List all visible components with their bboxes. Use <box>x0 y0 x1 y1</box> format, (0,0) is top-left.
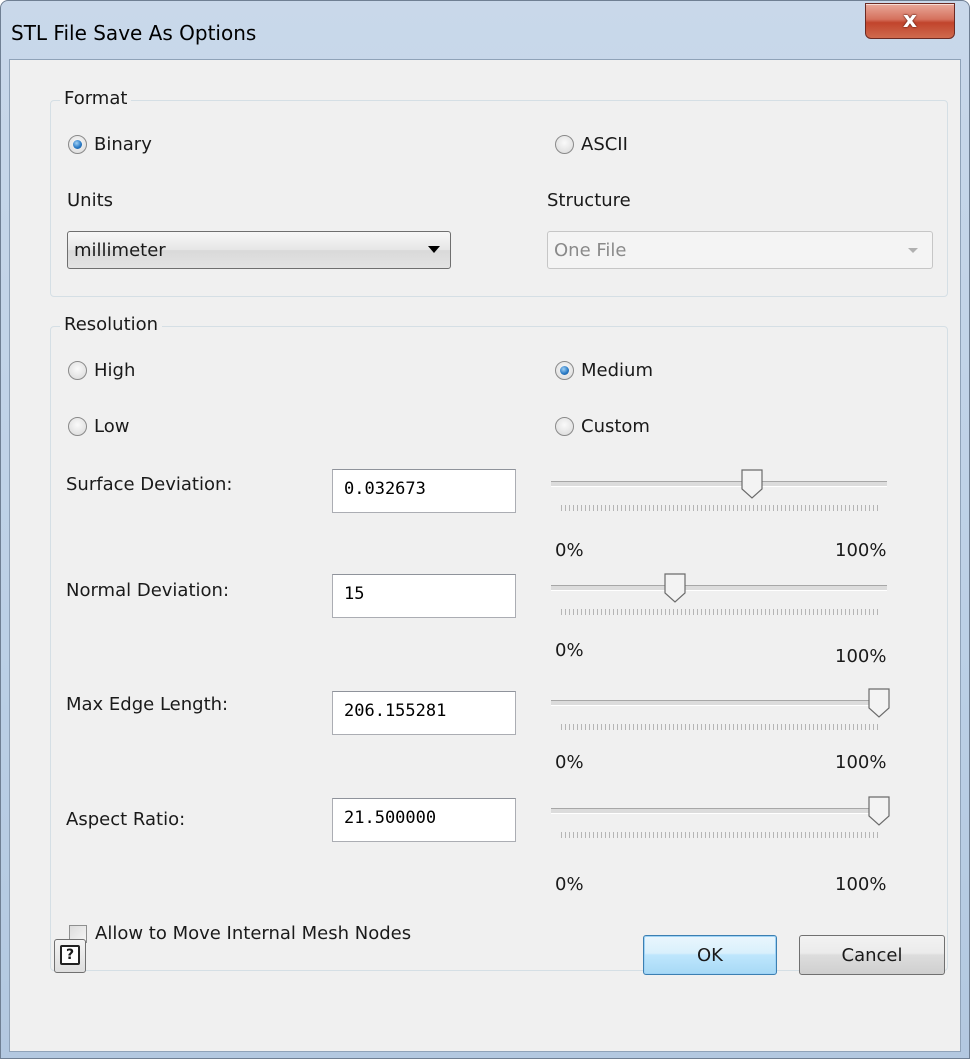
normal-deviation-label: Normal Deviation: <box>66 580 230 601</box>
structure-dropdown: One File <box>547 231 933 269</box>
normal-deviation-max: 100% <box>835 646 887 667</box>
allow-move-internal-nodes-checkbox[interactable]: Allow to Move Internal Mesh Nodes <box>69 923 411 944</box>
units-dropdown-value: millimeter <box>74 239 166 261</box>
aspect-ratio-input[interactable]: 21.500000 <box>332 798 516 842</box>
resolution-group <box>50 326 948 971</box>
high-radio-label: High <box>94 360 136 381</box>
high-radio[interactable]: High <box>68 360 135 381</box>
max-edge-length-slider[interactable] <box>551 688 891 736</box>
ascii-radio-label: ASCII <box>581 134 628 155</box>
high-radio-indicator[interactable] <box>68 361 87 380</box>
ascii-radio[interactable]: ASCII <box>555 134 628 155</box>
low-radio-label: Low <box>94 416 130 437</box>
slider-ticks <box>561 505 881 511</box>
help-icon: ? <box>60 945 80 965</box>
surface-deviation-input[interactable]: 0.032673 <box>332 469 516 513</box>
surface-deviation-slider[interactable] <box>551 469 891 517</box>
surface-deviation-label: Surface Deviation: <box>66 474 233 495</box>
dialog-title: STL File Save As Options <box>11 21 257 45</box>
normal-deviation-input[interactable]: 15 <box>332 574 516 618</box>
slider-thumb[interactable] <box>741 469 763 499</box>
help-button[interactable]: ? <box>54 939 86 973</box>
low-radio-indicator[interactable] <box>68 417 87 436</box>
slider-ticks <box>561 724 881 730</box>
resolution-group-label: Resolution <box>60 314 163 335</box>
aspect-ratio-max: 100% <box>835 874 887 895</box>
slider-track <box>551 808 887 814</box>
surface-deviation-min: 0% <box>555 540 584 561</box>
close-icon: x <box>902 8 918 33</box>
normal-deviation-min: 0% <box>555 640 584 661</box>
close-button[interactable]: x <box>865 3 955 39</box>
units-dropdown[interactable]: millimeter <box>67 231 451 269</box>
aspect-ratio-label: Aspect Ratio: <box>66 809 186 830</box>
slider-track <box>551 585 887 591</box>
max-edge-length-max: 100% <box>835 752 887 773</box>
custom-radio-indicator[interactable] <box>555 417 574 436</box>
medium-radio-label: Medium <box>581 360 653 381</box>
allow-move-checkbox-label: Allow to Move Internal Mesh Nodes <box>95 923 412 944</box>
medium-radio[interactable]: Medium <box>555 360 653 381</box>
slider-ticks <box>561 832 881 838</box>
ascii-radio-indicator[interactable] <box>555 135 574 154</box>
surface-deviation-max: 100% <box>835 540 887 561</box>
custom-radio-label: Custom <box>581 416 650 437</box>
max-edge-length-min: 0% <box>555 752 584 773</box>
max-edge-length-input[interactable]: 206.155281 <box>332 691 516 735</box>
custom-radio[interactable]: Custom <box>555 416 650 437</box>
aspect-ratio-slider[interactable] <box>551 796 891 844</box>
dialog-body: Format Binary ASCII Units Structure mill… <box>9 59 961 1052</box>
dialog-window: STL File Save As Options x Format Binary… <box>0 0 970 1059</box>
medium-radio-indicator[interactable] <box>555 361 574 380</box>
units-label: Units <box>67 190 114 211</box>
max-edge-length-label: Max Edge Length: <box>66 694 229 715</box>
slider-thumb[interactable] <box>868 796 890 826</box>
binary-radio-indicator[interactable] <box>68 135 87 154</box>
title-bar[interactable]: STL File Save As Options x <box>1 1 969 67</box>
chevron-down-icon <box>428 246 440 253</box>
cancel-button[interactable]: Cancel <box>799 935 945 975</box>
binary-radio[interactable]: Binary <box>68 134 152 155</box>
slider-track <box>551 481 887 487</box>
slider-thumb[interactable] <box>868 688 890 718</box>
slider-ticks <box>561 609 881 615</box>
binary-radio-label: Binary <box>94 134 152 155</box>
normal-deviation-slider[interactable] <box>551 573 891 621</box>
chevron-down-icon <box>908 248 918 253</box>
format-group-label: Format <box>60 88 132 109</box>
structure-dropdown-value: One File <box>554 239 627 261</box>
slider-thumb[interactable] <box>664 573 687 603</box>
low-radio[interactable]: Low <box>68 416 129 437</box>
structure-label: Structure <box>547 190 631 211</box>
slider-track <box>551 700 887 706</box>
aspect-ratio-min: 0% <box>555 874 584 895</box>
ok-button[interactable]: OK <box>643 935 777 975</box>
